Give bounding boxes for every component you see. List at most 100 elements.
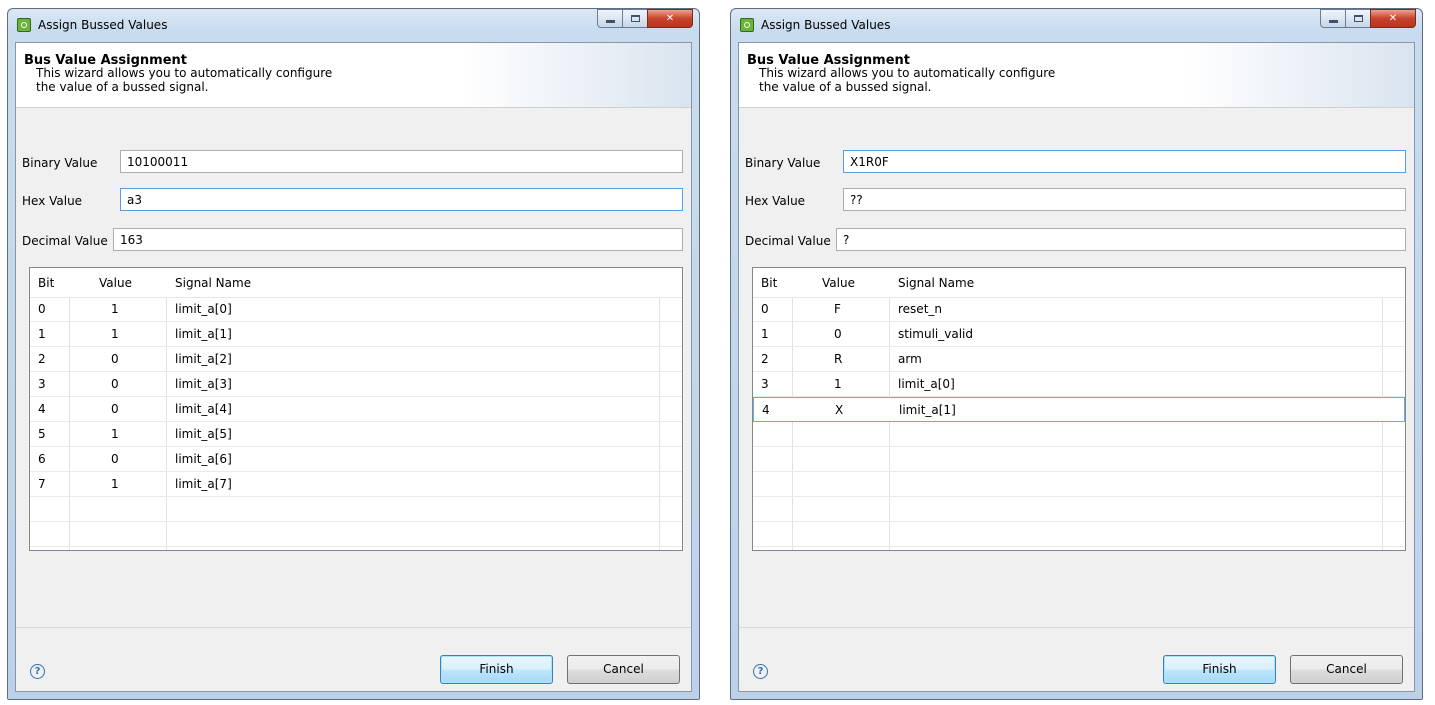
decimal-value-input[interactable] xyxy=(113,228,683,251)
window-title: Assign Bussed Values xyxy=(38,18,168,32)
assign-bussed-values-dialog-1: Assign Bussed Values ✕ Bus Value Assignm… xyxy=(7,8,700,700)
table-header: Bit Value Signal Name xyxy=(753,268,1405,298)
column-header-value[interactable]: Value xyxy=(822,276,855,290)
bit-cell: 4 xyxy=(38,402,46,416)
binary-value-label: Binary Value xyxy=(745,156,821,170)
assign-bussed-values-dialog-2: Assign Bussed Values ✕ Bus Value Assignm… xyxy=(730,8,1423,700)
empty-table-row xyxy=(753,447,1405,472)
dialog-client-area: Bus Value Assignment This wizard allows … xyxy=(15,42,692,692)
banner-description: This wizard allows you to automatically … xyxy=(36,66,332,94)
hex-value-input[interactable] xyxy=(120,188,683,211)
decimal-value-label: Decimal Value xyxy=(745,234,831,248)
binary-value-input[interactable] xyxy=(843,150,1406,173)
hex-value-label: Hex Value xyxy=(745,194,806,208)
maximize-icon xyxy=(1353,15,1363,22)
value-cell: 1 xyxy=(111,302,119,316)
app-icon xyxy=(17,18,31,32)
maximize-icon xyxy=(630,15,640,22)
maximize-button[interactable] xyxy=(1345,9,1371,28)
empty-table-row xyxy=(753,497,1405,522)
value-cell: 0 xyxy=(834,327,842,341)
close-button[interactable]: ✕ xyxy=(647,9,693,28)
maximize-button[interactable] xyxy=(622,9,648,28)
title-bar[interactable]: Assign Bussed Values ✕ xyxy=(8,9,699,42)
bit-cell: 6 xyxy=(38,452,46,466)
table-row[interactable]: 1 1 limit_a[1] xyxy=(30,322,682,347)
empty-table-row xyxy=(753,472,1405,497)
signal-name-cell: limit_a[1] xyxy=(899,403,956,417)
help-icon[interactable]: ? xyxy=(753,664,768,679)
bit-cell: 3 xyxy=(761,377,769,391)
minimize-button[interactable] xyxy=(1320,9,1346,28)
minimize-button[interactable] xyxy=(597,9,623,28)
bit-cell: 1 xyxy=(38,327,46,341)
table-row[interactable]: 3 1 limit_a[0] xyxy=(753,372,1405,397)
cancel-button[interactable]: Cancel xyxy=(567,655,680,684)
help-icon[interactable]: ? xyxy=(30,664,45,679)
finish-button[interactable]: Finish xyxy=(1163,655,1276,684)
table-row[interactable]: 1 0 stimuli_valid xyxy=(753,322,1405,347)
table-row[interactable]: 0 1 limit_a[0] xyxy=(30,297,682,322)
decimal-value-label: Decimal Value xyxy=(22,234,108,248)
empty-table-row xyxy=(30,522,682,547)
button-bar-separator xyxy=(739,627,1414,628)
table-row[interactable]: 2 Rarm xyxy=(753,347,1405,372)
table-row[interactable]: 5 1 limit_a[5] xyxy=(30,422,682,447)
title-bar[interactable]: Assign Bussed Values ✕ xyxy=(731,9,1422,42)
signal-name-cell: limit_a[0] xyxy=(898,377,955,391)
empty-table-row xyxy=(30,497,682,522)
signal-name-cell: limit_a[7] xyxy=(175,477,232,491)
table-row-selected[interactable]: 4 Xlimit_a[1] xyxy=(753,397,1405,422)
signal-name-cell: limit_a[1] xyxy=(175,327,232,341)
bit-cell: 4 xyxy=(762,403,770,417)
hex-value-label: Hex Value xyxy=(22,194,83,208)
dialog-client-area: Bus Value Assignment This wizard allows … xyxy=(738,42,1415,692)
signal-name-cell: limit_a[0] xyxy=(175,302,232,316)
banner-line-1: This wizard allows you to automatically … xyxy=(759,66,1056,80)
bit-cell: 2 xyxy=(761,352,769,366)
column-header-value[interactable]: Value xyxy=(99,276,132,290)
close-icon: ✕ xyxy=(1388,13,1398,24)
binary-value-label: Binary Value xyxy=(22,156,98,170)
minimize-icon xyxy=(605,20,615,23)
signal-name-cell: limit_a[2] xyxy=(175,352,232,366)
close-button[interactable]: ✕ xyxy=(1370,9,1416,28)
column-header-signal-name[interactable]: Signal Name xyxy=(175,276,251,290)
bit-table[interactable]: Bit Value Signal Name 0 1 limit_a[0] 1 1 lim… xyxy=(29,267,683,551)
banner-description: This wizard allows you to automatically … xyxy=(759,66,1055,94)
wizard-banner: Bus Value Assignment This wizard allows … xyxy=(16,43,691,108)
table-row[interactable]: 4 0 limit_a[4] xyxy=(30,397,682,422)
bit-cell: 2 xyxy=(38,352,46,366)
table-header: Bit Value Signal Name xyxy=(30,268,682,298)
button-bar-separator xyxy=(16,627,691,628)
value-cell: 1 xyxy=(111,477,119,491)
table-row[interactable]: 7 1 limit_a[7] xyxy=(30,472,682,497)
decimal-value-input[interactable] xyxy=(836,228,1406,251)
bit-cell: 1 xyxy=(761,327,769,341)
column-header-bit[interactable]: Bit xyxy=(38,276,54,290)
cancel-button[interactable]: Cancel xyxy=(1290,655,1403,684)
bit-cell: 0 xyxy=(761,302,769,316)
window-controls: ✕ xyxy=(1320,9,1416,29)
value-cell: R xyxy=(834,352,843,366)
table-row[interactable]: 2 0 limit_a[2] xyxy=(30,347,682,372)
binary-value-input[interactable] xyxy=(120,150,683,173)
banner-line-1: This wizard allows you to automatically … xyxy=(36,66,333,80)
table-row[interactable]: 6 0 limit_a[6] xyxy=(30,447,682,472)
banner-line-2: the value of a bussed signal. xyxy=(759,80,932,94)
bit-table[interactable]: Bit Value Signal Name 0 Freset_n 1 0 stimul… xyxy=(752,267,1406,551)
value-cell: 1 xyxy=(834,377,842,391)
signal-name-cell: limit_a[5] xyxy=(175,427,232,441)
empty-table-row xyxy=(753,522,1405,547)
value-cell: 1 xyxy=(111,427,119,441)
table-row[interactable]: 3 0 limit_a[3] xyxy=(30,372,682,397)
empty-table-row xyxy=(753,422,1405,447)
table-row[interactable]: 0 Freset_n xyxy=(753,297,1405,322)
hex-value-input[interactable] xyxy=(843,188,1406,211)
finish-button[interactable]: Finish xyxy=(440,655,553,684)
bit-cell: 0 xyxy=(38,302,46,316)
column-header-bit[interactable]: Bit xyxy=(761,276,777,290)
bit-cell: 3 xyxy=(38,377,46,391)
column-header-signal-name[interactable]: Signal Name xyxy=(898,276,974,290)
minimize-icon xyxy=(1328,20,1338,23)
